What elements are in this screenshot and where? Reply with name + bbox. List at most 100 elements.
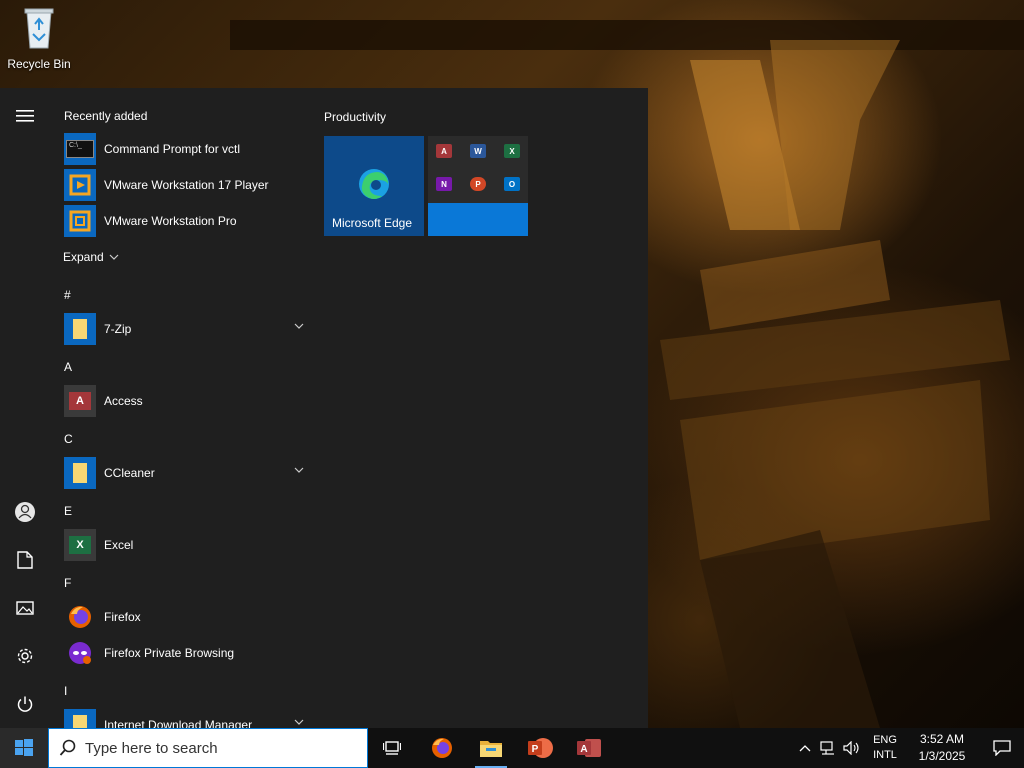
taskbar-firefox[interactable]	[418, 728, 466, 768]
folder-icon	[64, 457, 96, 489]
tiles-area: Productivity Microsoft Edge A W X N P O	[310, 88, 648, 728]
app-label: Command Prompt for vctl	[104, 142, 241, 156]
letter-header[interactable]: C	[64, 432, 73, 446]
app-item-firefox[interactable]: Firefox	[64, 600, 304, 634]
start-rail	[0, 88, 50, 728]
input-language-button[interactable]: ENG INTL	[866, 728, 904, 768]
app-label: Excel	[104, 538, 134, 552]
letter-header[interactable]: I	[64, 684, 67, 698]
powerpoint-icon: P	[528, 738, 553, 758]
onenote-icon: N	[436, 177, 452, 191]
volume-button[interactable]	[840, 728, 864, 768]
recycle-bin[interactable]: Recycle Bin	[4, 6, 74, 76]
account-button[interactable]	[0, 490, 50, 534]
app-label: Internet Download Manager	[104, 718, 253, 728]
firefox-private-icon	[64, 637, 96, 669]
tile-folder-strip	[428, 203, 528, 236]
notification-icon	[993, 740, 1011, 756]
app-item-command-prompt-vctl[interactable]: C:\_ Command Prompt for vctl	[64, 132, 304, 166]
taskbar: P A ENG INTL	[0, 728, 1024, 768]
folder-icon	[64, 709, 96, 728]
app-item-excel[interactable]: X Excel	[64, 528, 304, 562]
edge-icon	[359, 169, 389, 199]
action-center-button[interactable]	[980, 728, 1024, 768]
taskbar-powerpoint[interactable]: P	[516, 728, 564, 768]
access-icon: A	[577, 739, 601, 757]
outlook-icon: O	[504, 177, 520, 191]
tile-group-title[interactable]: Productivity	[324, 110, 386, 124]
chevron-down-icon[interactable]	[294, 322, 304, 330]
app-list[interactable]: Recently added C:\_ Command Prompt for v…	[50, 88, 310, 728]
system-tray: ENG INTL 3:52 AM 1/3/2025	[794, 728, 1024, 768]
taskbar-access[interactable]: A	[565, 728, 613, 768]
app-item-internet-download-manager[interactable]: Internet Download Manager	[64, 708, 304, 728]
chevron-up-icon	[799, 745, 811, 752]
vmware-pro-icon	[64, 205, 96, 237]
documents-button[interactable]	[0, 538, 50, 582]
recycle-bin-icon	[24, 8, 54, 49]
firefox-icon	[64, 601, 96, 633]
access-icon: A	[436, 144, 452, 158]
app-item-vmware-player[interactable]: VMware Workstation 17 Player	[64, 168, 304, 202]
chevron-down-icon	[109, 254, 119, 260]
app-item-vmware-pro[interactable]: VMware Workstation Pro	[64, 204, 304, 238]
firefox-icon	[432, 738, 452, 758]
app-label: VMware Workstation Pro	[104, 214, 237, 228]
start-button[interactable]	[0, 728, 48, 768]
svg-text:A: A	[580, 744, 587, 755]
app-item-7zip[interactable]: 7-Zip	[64, 312, 304, 346]
language-code: ENG	[873, 734, 897, 746]
start-menu: Recently added C:\_ Command Prompt for v…	[0, 88, 648, 728]
app-item-firefox-private[interactable]: Firefox Private Browsing	[64, 636, 304, 670]
letter-header[interactable]: #	[64, 288, 71, 302]
document-icon	[17, 551, 33, 569]
letter-header[interactable]: A	[64, 360, 72, 374]
app-label: Access	[104, 394, 143, 408]
clock-button[interactable]: 3:52 AM 1/3/2025	[906, 728, 978, 768]
pictures-button[interactable]	[0, 586, 50, 630]
task-view-button[interactable]	[368, 728, 416, 768]
show-hidden-icons-button[interactable]	[794, 728, 816, 768]
tile-office-folder[interactable]: A W X N P O	[428, 136, 528, 236]
network-button[interactable]	[816, 728, 840, 768]
powerpoint-icon: P	[470, 177, 486, 191]
svg-text:P: P	[532, 744, 539, 755]
letter-header[interactable]: E	[64, 504, 72, 518]
folder-icon	[480, 741, 502, 757]
chevron-down-icon[interactable]	[294, 466, 304, 474]
recently-added-heading: Recently added	[64, 109, 148, 123]
word-icon: W	[470, 144, 486, 158]
letter-header[interactable]: F	[64, 576, 71, 590]
search-input[interactable]	[83, 738, 347, 758]
command-prompt-icon: C:\_	[64, 133, 96, 165]
excel-icon: X	[504, 144, 520, 158]
expand-button[interactable]: Expand	[63, 250, 119, 264]
app-item-ccleaner[interactable]: CCleaner	[64, 456, 304, 490]
app-label: Firefox Private Browsing	[104, 646, 235, 660]
folder-icon	[64, 313, 96, 345]
settings-button[interactable]	[0, 634, 50, 678]
tile-microsoft-edge[interactable]: Microsoft Edge	[324, 136, 424, 236]
power-button[interactable]	[0, 682, 50, 726]
app-item-access[interactable]: A Access	[64, 384, 304, 418]
chevron-down-icon[interactable]	[294, 718, 304, 726]
keyboard-layout: INTL	[873, 749, 897, 761]
vmware-player-icon	[64, 169, 96, 201]
image-icon	[16, 601, 34, 615]
excel-icon: X	[64, 529, 96, 561]
expand-label: Expand	[63, 250, 104, 264]
hamburger-icon	[16, 110, 34, 122]
hamburger-button[interactable]	[0, 94, 50, 138]
gear-icon	[17, 648, 33, 664]
speaker-icon	[843, 741, 859, 755]
app-label: CCleaner	[104, 466, 155, 480]
app-label: Firefox	[104, 610, 141, 624]
task-view-icon	[383, 741, 401, 755]
power-icon	[17, 696, 33, 712]
app-label: 7-Zip	[104, 322, 132, 336]
network-icon	[820, 741, 834, 755]
search-box[interactable]	[48, 728, 368, 768]
user-icon	[15, 502, 35, 522]
taskbar-file-explorer[interactable]	[467, 728, 515, 768]
windows-logo-icon	[15, 739, 33, 756]
